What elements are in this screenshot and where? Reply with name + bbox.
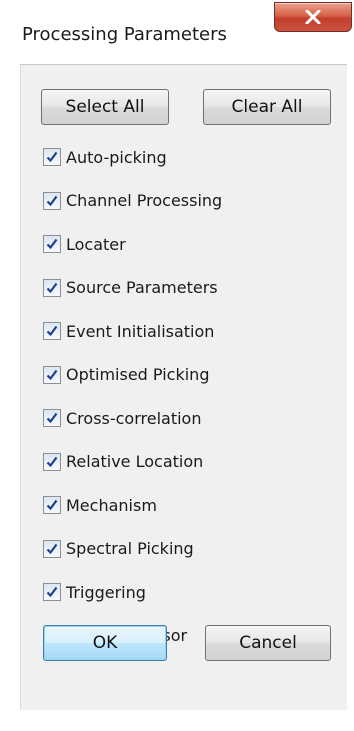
checkbox[interactable] <box>43 452 61 471</box>
option-label: Channel Processing <box>66 191 223 210</box>
option-row[interactable]: Cross-correlation <box>43 406 201 430</box>
checkbox[interactable] <box>43 278 61 297</box>
option-row[interactable]: Relative Location <box>43 450 203 474</box>
checkbox[interactable] <box>43 235 61 253</box>
option-label: Optimised Picking <box>66 365 210 384</box>
select-all-button[interactable]: Select All <box>41 89 169 125</box>
checkmark-icon <box>46 195 58 206</box>
checkmark-icon <box>46 586 58 598</box>
cancel-button[interactable]: Cancel <box>205 625 331 661</box>
checkbox[interactable] <box>43 148 61 166</box>
checkmark-icon <box>46 456 58 467</box>
checkbox[interactable] <box>43 496 61 514</box>
option-row[interactable]: Mechanism <box>43 493 157 517</box>
option-row[interactable]: Channel Processing <box>43 189 222 213</box>
checkbox[interactable] <box>43 539 61 558</box>
option-row[interactable]: Locater <box>43 232 126 256</box>
option-label: Triggering <box>66 582 146 602</box>
checkmark-icon <box>46 238 58 250</box>
option-label: Event Initialisation <box>66 321 215 341</box>
option-row[interactable]: Spectral Picking <box>43 537 194 561</box>
checkmark-icon <box>46 151 58 163</box>
option-row[interactable]: Auto-picking <box>43 145 167 169</box>
checkbox[interactable] <box>43 191 61 210</box>
option-row[interactable]: Event Initialisation <box>43 319 214 343</box>
checkmark-icon <box>46 543 58 554</box>
close-button[interactable] <box>274 2 352 32</box>
option-label: Spectral Picking <box>66 539 194 558</box>
checkbox[interactable] <box>43 583 61 601</box>
option-label: Cross-correlation <box>66 408 202 428</box>
checkbox[interactable] <box>43 365 61 384</box>
option-row[interactable]: Triggering <box>43 580 146 604</box>
dialog-client-area: Select All Clear All Auto-picking Channel… <box>20 64 347 711</box>
option-row[interactable]: Optimised Picking <box>43 363 209 387</box>
option-row[interactable]: Source Parameters <box>43 276 218 300</box>
checkmark-icon <box>46 499 58 511</box>
option-label: Auto-picking <box>66 147 167 167</box>
checkmark-icon <box>46 282 58 293</box>
option-label: Mechanism <box>66 495 157 515</box>
option-label: Locater <box>66 234 126 254</box>
window-title: Processing Parameters <box>22 24 227 45</box>
clear-all-button[interactable]: Clear All <box>203 89 331 125</box>
bottom-margin <box>0 710 354 731</box>
checkmark-icon <box>46 412 58 424</box>
close-icon <box>305 10 321 24</box>
checkbox[interactable] <box>43 322 61 340</box>
checkmark-icon <box>46 369 58 380</box>
checkbox[interactable] <box>43 409 61 427</box>
option-label: Relative Location <box>66 452 204 471</box>
ok-button[interactable]: OK <box>43 625 167 661</box>
checkmark-icon <box>46 325 58 337</box>
option-label: Source Parameters <box>66 278 218 297</box>
